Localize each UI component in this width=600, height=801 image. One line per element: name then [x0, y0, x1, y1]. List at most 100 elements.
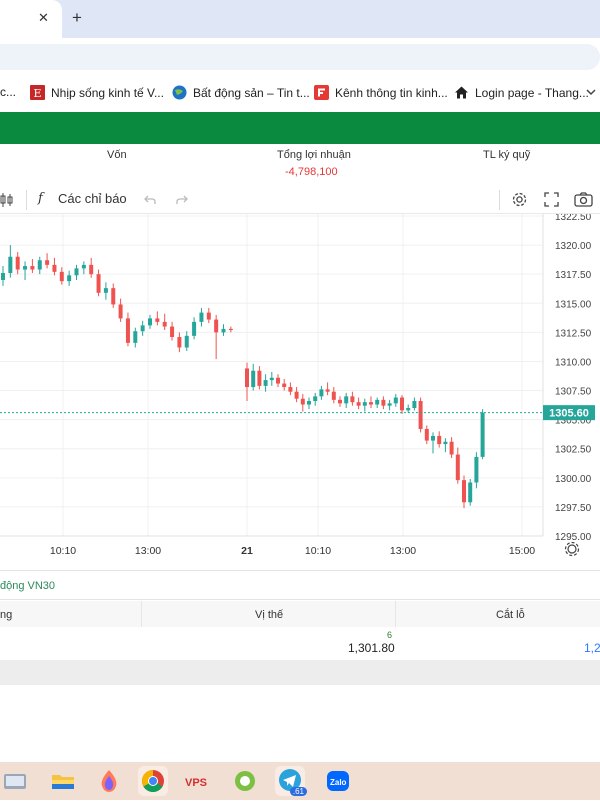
zalo-icon[interactable]: Zalo — [323, 766, 353, 796]
bookmark-item[interactable]: E Nhịp sống kinh tế V... — [30, 85, 164, 100]
bookmark-item[interactable]: c... — [0, 85, 16, 99]
candle-body — [59, 271, 64, 282]
new-tab-icon[interactable]: + — [72, 8, 82, 28]
candle-body — [148, 318, 152, 326]
candle-body — [455, 454, 460, 481]
candle-body — [30, 266, 35, 270]
browser-toolbar — [0, 38, 600, 76]
home-icon — [455, 86, 468, 99]
chart-toolbar: f Các chỉ báo — [0, 186, 600, 214]
undo-icon[interactable] — [143, 194, 157, 206]
app-leaf-icon[interactable] — [230, 766, 260, 796]
candle-body — [418, 401, 423, 429]
chart-settings-icon[interactable] — [564, 541, 580, 557]
y-tick-label: 1317.50 — [555, 270, 592, 281]
telegram-taskbar-item[interactable]: .61 — [275, 766, 307, 796]
candle-body — [381, 399, 386, 406]
candle-body — [8, 256, 13, 274]
camera-icon[interactable] — [574, 192, 593, 207]
candle-body — [344, 396, 349, 404]
candle-body — [294, 391, 299, 399]
candle-body — [325, 389, 330, 392]
candle-body — [269, 377, 274, 381]
candle-body — [319, 389, 324, 397]
address-bar[interactable] — [0, 44, 600, 70]
candle-body — [133, 331, 138, 343]
last-price-marker: 1305.60 — [543, 405, 595, 421]
browser-tab-bar: ✕ + — [0, 0, 600, 38]
candle-body — [74, 268, 79, 276]
bookmark-item[interactable]: Kênh thông tin kinh... — [314, 85, 448, 100]
tab-close-icon[interactable]: ✕ — [38, 10, 49, 26]
file-explorer-icon[interactable] — [48, 766, 78, 796]
news-icon: E — [30, 85, 45, 100]
candle-body — [214, 319, 219, 333]
x-tick-label: 10:10 — [305, 545, 331, 557]
y-tick-label: 1322.50 — [555, 214, 592, 223]
account-summary: Vốn Tổng lợi nhuận -4,798,100 TL ký quỹ — [0, 144, 600, 186]
candle-body — [251, 370, 256, 388]
app-icon[interactable] — [0, 766, 30, 796]
fx-icon[interactable]: f — [38, 191, 43, 206]
candlestick-chart[interactable]: 1322.50 1320.00 1317.50 1315.00 1312.50 1310.… — [0, 212, 600, 564]
candle-body — [468, 482, 473, 503]
y-tick-label: 1312.50 — [555, 328, 592, 339]
positions-header: ng Vị thế Cắt lỗ — [0, 601, 600, 627]
candle-body — [412, 401, 417, 408]
redo-icon[interactable] — [175, 194, 189, 206]
candle-body — [23, 266, 28, 270]
candle-body — [449, 441, 454, 455]
candle-body — [221, 328, 226, 333]
chevron-down-icon[interactable] — [586, 87, 596, 97]
candle-body — [118, 304, 123, 319]
bookmark-label: c... — [0, 85, 17, 99]
price-chart[interactable]: 1322.50 1320.00 1317.50 1315.00 1312.50 1310.… — [0, 212, 600, 564]
bookmark-item[interactable]: Login page - Thang... — [454, 85, 589, 100]
gear-icon[interactable] — [511, 191, 528, 208]
candle-body — [356, 402, 361, 406]
position-price: 1,301.80 — [348, 641, 395, 655]
table-footer — [0, 661, 600, 685]
candle-body — [474, 456, 479, 483]
x-tick-label: 10:10 — [50, 545, 76, 557]
stoploss-value[interactable]: 1,2 — [584, 641, 600, 655]
chrome-taskbar-item[interactable] — [138, 766, 168, 796]
candle-body — [282, 383, 287, 388]
x-axis-ticks: 10:10 13:00 21 10:10 13:00 15:00 — [50, 545, 535, 557]
candle-body — [184, 335, 189, 348]
candle-body — [400, 397, 404, 411]
y-tick-label: 1315.00 — [555, 299, 592, 310]
candle-body — [170, 326, 175, 338]
x-tick-label: 13:00 — [135, 545, 161, 557]
fullscreen-icon[interactable] — [544, 192, 559, 207]
candles-icon[interactable] — [0, 192, 14, 208]
y-axis-ticks: 1322.50 1320.00 1317.50 1315.00 1312.50 1310.… — [555, 212, 592, 543]
col-divider — [395, 601, 396, 627]
table-row[interactable]: 6 1,301.80 1,2 — [0, 627, 600, 661]
candle-body — [462, 480, 466, 503]
svg-text:VPS: VPS — [185, 777, 207, 789]
x-tick-label: 15:00 — [509, 545, 535, 557]
indicators-button[interactable]: Các chỉ báo — [58, 191, 127, 206]
toolbar-divider — [26, 190, 27, 210]
bookmark-label: Kênh thông tin kinh... — [335, 86, 448, 100]
candle-body — [480, 412, 485, 457]
app-drop-icon[interactable] — [94, 766, 124, 796]
candle-body — [67, 275, 72, 282]
candle-body — [424, 428, 429, 441]
toolbar-divider — [499, 190, 500, 210]
candle-body — [111, 288, 116, 305]
candle-body — [140, 325, 145, 332]
y-tick-label: 1300.00 — [555, 474, 592, 485]
vps-icon[interactable]: VPS — [183, 766, 213, 796]
candle-body — [443, 441, 448, 445]
candle-body — [192, 321, 197, 336]
total-profit-value: -4,798,100 — [285, 166, 338, 178]
total-profit-label: Tổng lợi nhuận — [277, 149, 351, 161]
browser-tab[interactable]: ✕ — [0, 0, 62, 38]
candle-body — [15, 256, 20, 270]
bookmark-item[interactable]: Bất động sản – Tin t... — [172, 85, 310, 100]
candle-body — [81, 264, 86, 269]
candle-body — [228, 328, 233, 331]
chrome-icon — [142, 770, 164, 792]
